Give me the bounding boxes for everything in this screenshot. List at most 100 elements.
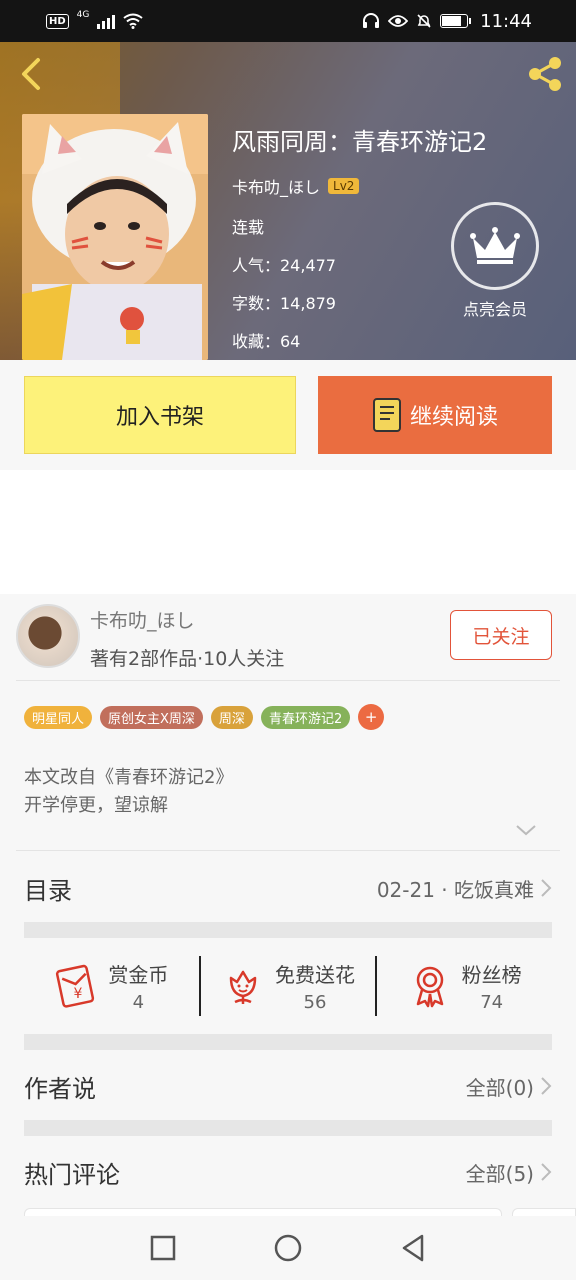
battery-icon — [440, 14, 472, 28]
continue-reading-label: 继续阅读 — [409, 405, 498, 430]
word-count: 字数：14,879 — [232, 294, 336, 313]
stat-text: 免费送花 56 — [275, 959, 355, 1013]
reward-coins-button[interactable]: ¥ 赏金币 4 — [24, 959, 199, 1013]
wifi-icon — [123, 13, 143, 29]
blank-area — [0, 470, 576, 594]
tag-chip[interactable]: 明星同人 — [24, 705, 93, 729]
stat-text: 粉丝榜 74 — [462, 959, 522, 1013]
author-card-stats: 著有2部作品·10人关注 — [90, 648, 285, 670]
hot-comments-title: 热门评论 — [24, 1160, 120, 1189]
home-button[interactable] — [268, 1228, 308, 1268]
headset-icon — [363, 13, 380, 28]
continue-reading-button[interactable]: 继续阅读 — [318, 376, 552, 454]
book-header: 风雨同周：青春环游记2 卡布叻_ほし Lv2 连载 人气：24,477 字数：1… — [0, 42, 576, 360]
chevron-down-icon[interactable] — [514, 822, 538, 838]
stat-label: 免费送花 — [275, 963, 355, 987]
battery-level — [442, 16, 462, 26]
tag-chip[interactable]: 青春环游记2 — [260, 705, 351, 729]
tag-chip[interactable]: 原创女主X周深 — [100, 705, 203, 729]
status-left: HD 4G — [46, 10, 143, 29]
vip-label: 点亮会员 — [462, 300, 527, 319]
divider — [16, 850, 560, 851]
favorites-count: 收藏：64 — [232, 332, 301, 351]
synopsis-line: 本文改自《青春环游记2》 — [24, 767, 234, 788]
chevron-right-icon — [541, 1163, 552, 1181]
nav-back-button[interactable] — [393, 1228, 433, 1268]
divider — [16, 680, 560, 681]
stat-value: 56 — [303, 992, 327, 1013]
author-name[interactable]: 卡布叻_ほし — [232, 174, 320, 198]
comment-card[interactable] — [24, 1208, 502, 1216]
recent-apps-button[interactable] — [143, 1228, 183, 1268]
level-badge: Lv2 — [328, 178, 360, 194]
cover-image — [22, 114, 208, 360]
book-cover[interactable] — [22, 114, 208, 360]
system-nav-bar — [0, 1216, 576, 1280]
back-button[interactable] — [14, 54, 48, 94]
synopsis-line: 开学停更，望谅解 — [24, 795, 168, 816]
status-bar: HD 4G 11:44 — [0, 0, 576, 42]
book-title: 风雨同周：青春环游记2 — [232, 128, 488, 156]
author-says-count: 全部(0) — [465, 1075, 534, 1100]
network-type: 4G — [76, 10, 90, 20]
follow-button[interactable]: 已关注 — [450, 610, 552, 660]
stat-text: 赏金币 4 — [108, 959, 168, 1013]
content-area: 明星同人 原创女主X周深 周深 青春环游记2 + 本文改自《青春环游记2》 开学… — [0, 680, 576, 1216]
section-separator — [24, 1034, 552, 1050]
serial-status: 连载 — [232, 218, 265, 237]
chevron-right-icon — [541, 879, 552, 897]
avatar[interactable] — [16, 604, 80, 668]
popularity: 人气：24,477 — [232, 256, 336, 275]
hot-comments-all: 全部(5) — [466, 1158, 552, 1187]
share-button[interactable] — [524, 54, 566, 94]
circle-icon — [274, 1234, 302, 1262]
tag-chip[interactable]: 周深 — [210, 705, 253, 729]
status-right: 11:44 — [362, 11, 532, 32]
stats-row: ¥ 赏金币 4 免费送花 56 粉丝榜 74 — [24, 938, 552, 1034]
author-says-title: 作者说 — [24, 1074, 96, 1103]
medal-icon — [416, 966, 443, 1008]
add-to-shelf-button[interactable]: 加入书架 — [24, 376, 296, 454]
fan-ranking-button[interactable]: 粉丝榜 74 — [377, 959, 552, 1013]
catalog-title: 目录 — [24, 876, 72, 905]
chevron-left-icon — [22, 58, 40, 90]
book-icon — [372, 398, 401, 432]
vip-circle — [451, 202, 539, 290]
author-card[interactable]: 卡布叻_ほし 著有2部作品·10人关注 已关注 — [0, 594, 576, 680]
latest-chapter: 02-21 · 吃饭真难 — [376, 877, 534, 902]
synopsis: 本文改自《青春环游记2》 开学停更，望谅解 — [24, 764, 233, 820]
mute-bell-icon — [417, 14, 431, 28]
share-icon — [529, 57, 561, 91]
stat-label: 赏金币 — [108, 963, 169, 987]
chevron-right-icon — [541, 1077, 552, 1095]
author-card-name: 卡布叻_ほし — [90, 610, 195, 632]
author-line[interactable]: 卡布叻_ほし Lv2 — [232, 174, 360, 198]
red-envelope-icon: ¥ — [56, 964, 95, 1008]
tag-list: 明星同人 原创女主X周深 周深 青春环游记2 + — [24, 704, 385, 730]
stat-label: 粉丝榜 — [461, 963, 522, 987]
clock: 11:44 — [480, 10, 532, 32]
comment-card[interactable] — [512, 1208, 576, 1216]
signal-icon — [97, 13, 116, 29]
section-separator — [24, 1120, 552, 1136]
crown-icon — [470, 227, 520, 264]
section-separator — [24, 922, 552, 938]
more-tags-button[interactable]: + — [358, 704, 385, 730]
stat-value: 74 — [480, 992, 504, 1013]
catalog-row[interactable]: 目录 02-21 · 吃饭真难 — [24, 866, 552, 910]
triangle-back-icon — [403, 1234, 424, 1262]
action-bar: 加入书架 继续阅读 — [0, 360, 576, 470]
vip-button[interactable]: 点亮会员 — [450, 202, 540, 320]
svg-text:¥: ¥ — [74, 986, 83, 1002]
author-says-all: 全部(0) — [466, 1072, 552, 1101]
eye-icon — [388, 15, 409, 27]
flower-icon — [229, 970, 257, 1004]
free-flowers-button[interactable]: 免费送花 56 — [201, 959, 376, 1013]
hot-comments-count: 全部(5) — [465, 1161, 534, 1186]
author-says-row[interactable]: 作者说 全部(0) — [24, 1064, 552, 1108]
square-icon — [150, 1235, 175, 1261]
catalog-latest: 02-21 · 吃饭真难 — [377, 874, 552, 903]
hot-comments-row[interactable]: 热门评论 全部(5) — [24, 1150, 552, 1194]
stat-value: 4 — [132, 992, 145, 1013]
hd-badge: HD — [46, 13, 69, 29]
